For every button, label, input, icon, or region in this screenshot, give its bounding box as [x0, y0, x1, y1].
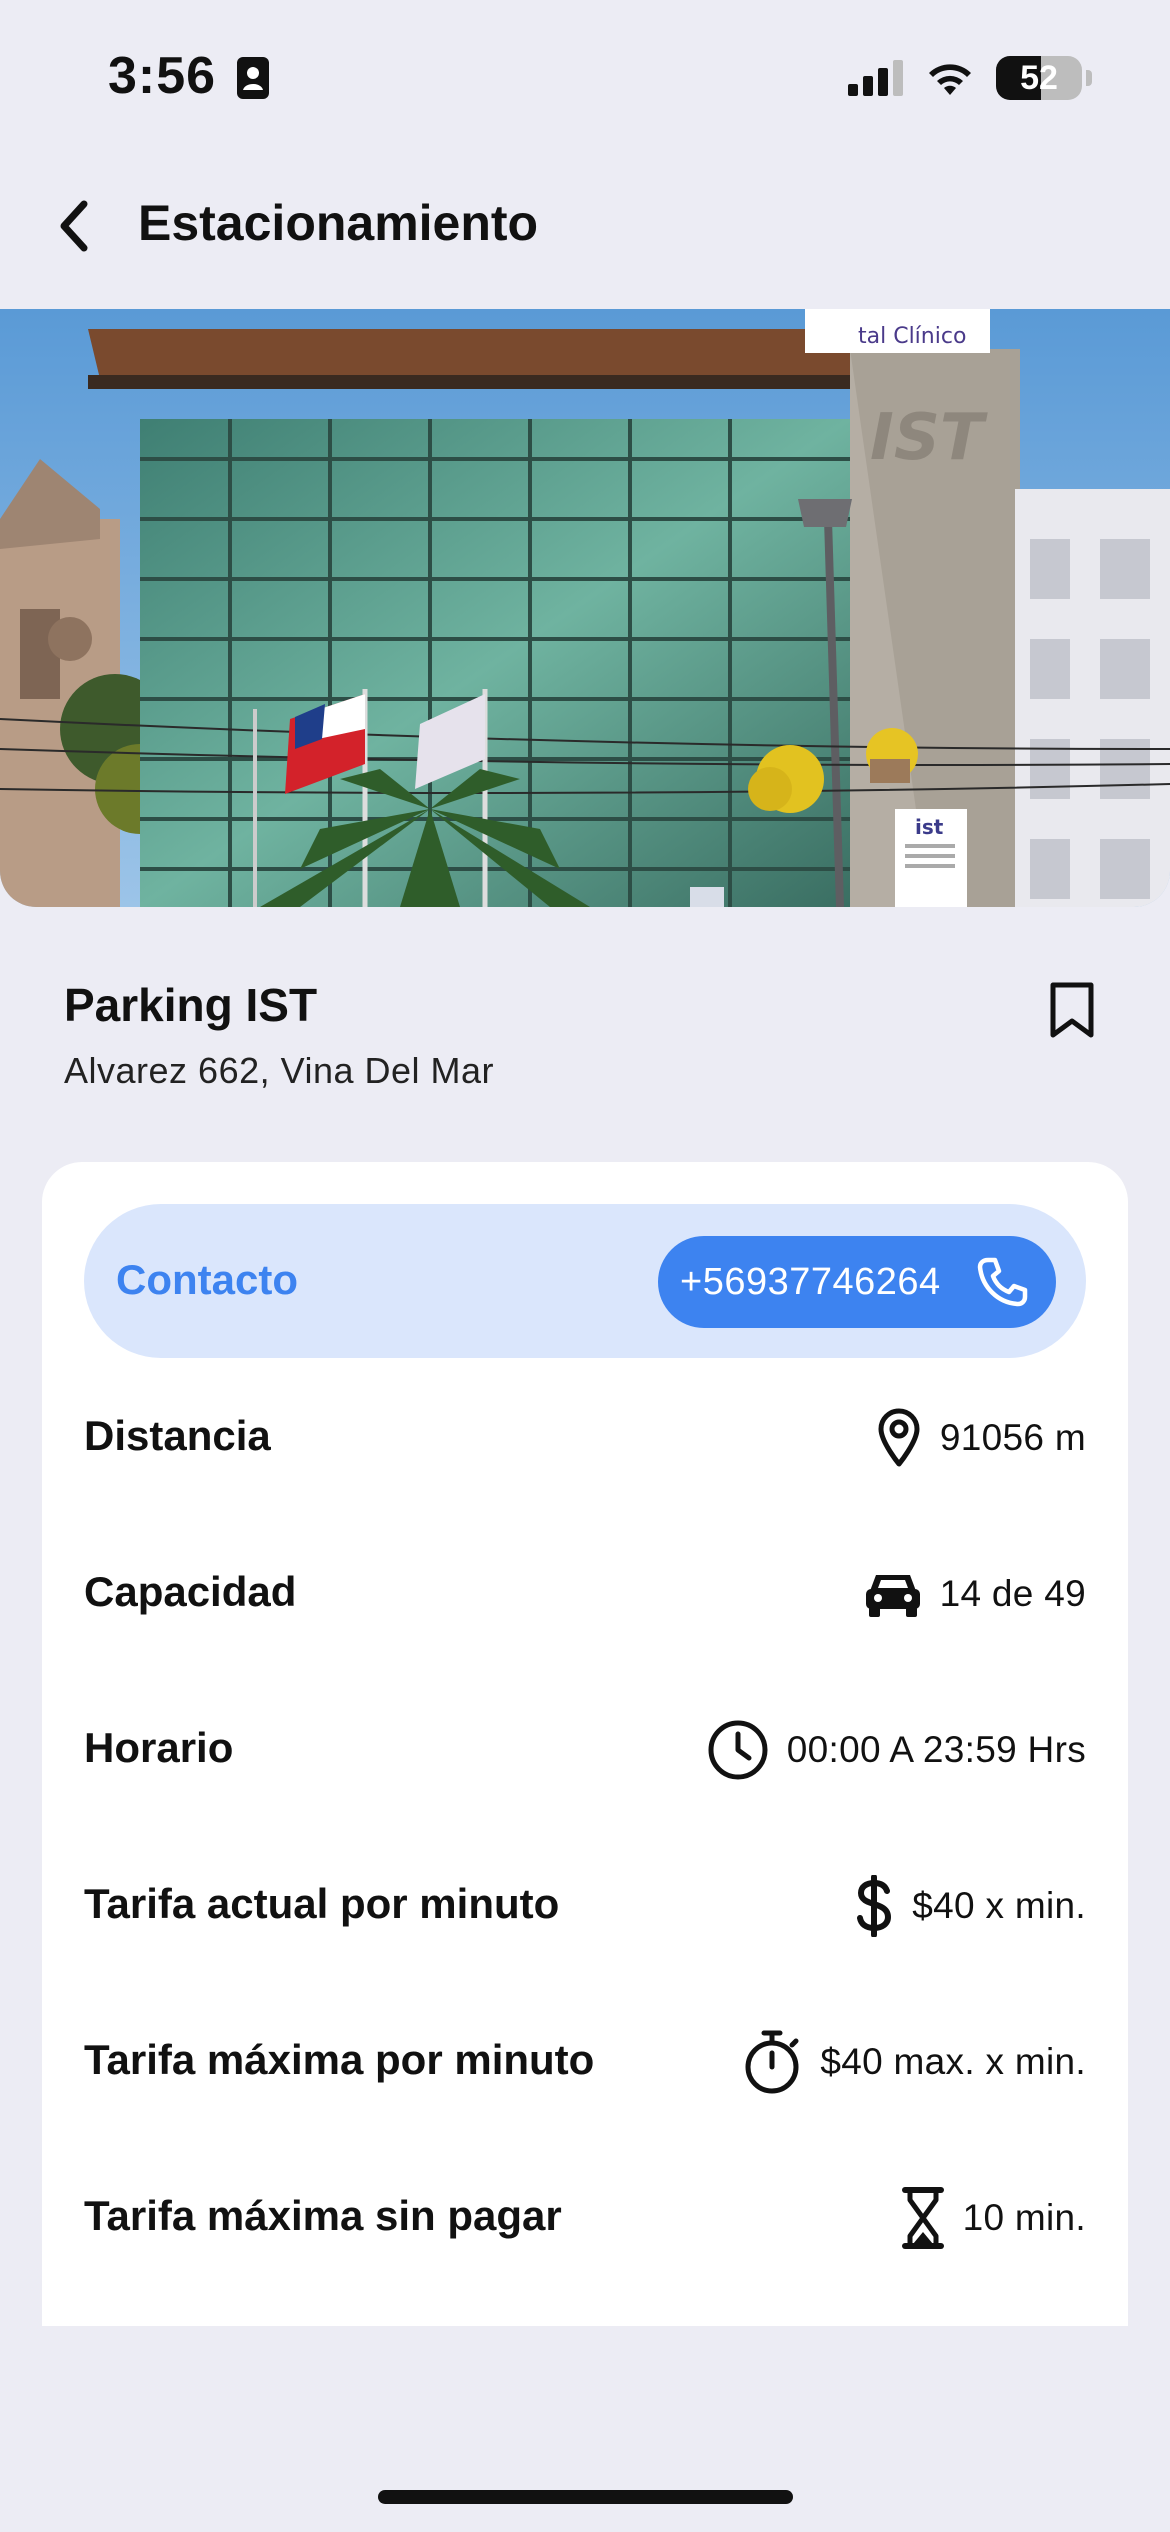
detail-value: $40 x min.	[912, 1885, 1086, 1926]
page-title: Estacionamiento	[138, 195, 539, 251]
details-card: Contacto +56937746264 Distancia 91056 m …	[42, 1162, 1128, 2326]
status-indicators: 52	[848, 56, 1092, 100]
car-icon	[864, 1569, 922, 1619]
detail-label: Capacidad	[84, 1568, 297, 1615]
detail-row-tarifa-actual: Tarifa actual por minuto $40 x min.	[84, 1866, 1086, 1946]
phone-icon	[977, 1257, 1028, 1307]
detail-value-group: $40 x min.	[854, 1866, 1086, 1946]
clock-icon	[707, 1719, 769, 1781]
battery-indicator: 52	[996, 56, 1082, 100]
location-pin-icon	[876, 1408, 922, 1468]
detail-label: Tarifa actual por minuto	[84, 1880, 560, 1927]
detail-value-group: 14 de 49	[864, 1554, 1086, 1634]
status-bar: 3:56 52	[0, 0, 1170, 150]
phone-number: +56937746264	[680, 1260, 941, 1303]
dollar-icon	[854, 1875, 894, 1937]
cellular-signal-icon	[848, 60, 903, 96]
info-sign-text: ist	[915, 815, 944, 839]
detail-value: 91056 m	[939, 1417, 1086, 1458]
chevron-left-icon	[60, 200, 88, 252]
hourglass-icon	[901, 2186, 945, 2250]
status-time: 3:56	[108, 47, 217, 105]
detail-row-tarifa-maxima: Tarifa máxima por minuto $40 max. x min.	[84, 2022, 1086, 2102]
parking-photo: IST tal Clínico ist	[0, 309, 1170, 907]
detail-label: Tarifa máxima por minuto	[84, 2036, 595, 2083]
detail-row-distancia: Distancia 91056 m	[84, 1398, 1086, 1478]
detail-row-tarifa-sin-pagar: Tarifa máxima sin pagar 10 min.	[84, 2178, 1086, 2258]
facade-sign-text: IST	[870, 401, 988, 475]
detail-label: Horario	[84, 1724, 234, 1771]
contact-label: Contacto	[116, 1256, 298, 1303]
detail-value-group: 91056 m	[876, 1398, 1086, 1478]
bookmark-button[interactable]	[1040, 975, 1104, 1045]
battery-level: 52	[1020, 58, 1058, 97]
place-address: Alvarez 662, Vina Del Mar	[64, 1050, 495, 1091]
home-indicator[interactable]	[378, 2490, 793, 2504]
back-button[interactable]	[44, 196, 104, 256]
detail-label: Distancia	[84, 1412, 271, 1459]
contact-section: Contacto +56937746264	[84, 1204, 1086, 1358]
stopwatch-icon	[742, 2029, 802, 2095]
detail-value-group: 10 min.	[901, 2178, 1086, 2258]
place-name: Parking IST	[64, 979, 318, 1031]
contact-card-icon	[236, 56, 270, 105]
bookmark-icon	[1050, 982, 1094, 1038]
wifi-icon	[929, 64, 971, 95]
detail-value: 14 de 49	[939, 1573, 1086, 1614]
detail-value-group: 00:00 A 23:59 Hrs	[707, 1710, 1086, 1790]
call-phone-button[interactable]: +56937746264	[658, 1236, 1056, 1328]
detail-value: $40 max. x min.	[820, 2041, 1086, 2082]
detail-value-group: $40 max. x min.	[742, 2022, 1086, 2102]
hospital-sign-text: tal Clínico	[858, 324, 966, 349]
detail-value: 10 min.	[962, 2197, 1086, 2238]
detail-row-horario: Horario 00:00 A 23:59 Hrs	[84, 1710, 1086, 1790]
detail-value: 00:00 A 23:59 Hrs	[786, 1729, 1086, 1770]
detail-label: Tarifa máxima sin pagar	[84, 2192, 562, 2239]
navigation-header: Estacionamiento	[0, 180, 1170, 270]
battery-tip	[1086, 70, 1092, 86]
detail-row-capacidad: Capacidad 14 de 49	[84, 1554, 1086, 1634]
